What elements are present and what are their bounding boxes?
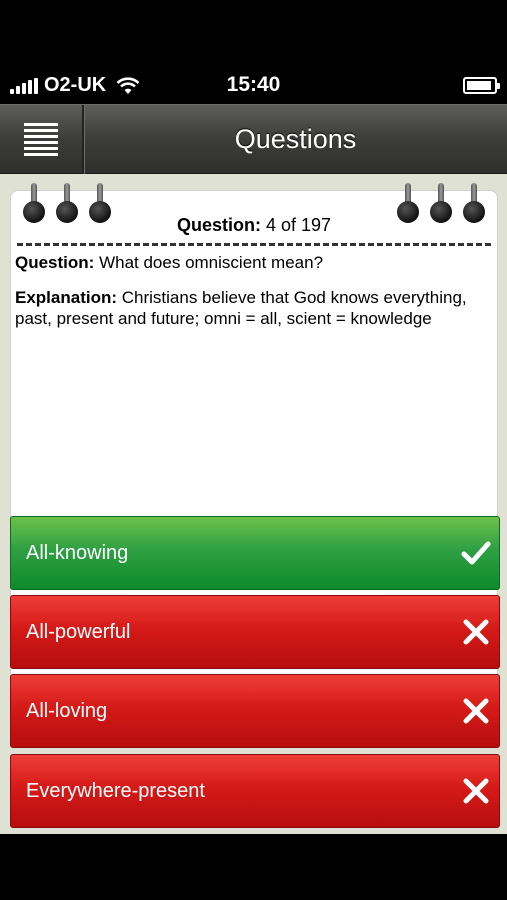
navigation-bar: Questions — [0, 104, 507, 174]
answer-label: All-loving — [26, 699, 108, 722]
status-time: 15:40 — [226, 73, 281, 96]
answer-label: All-powerful — [26, 620, 131, 643]
answer-option-everywhere-present[interactable]: Everywhere-present — [10, 754, 500, 828]
explanation-label: Explanation: — [15, 288, 118, 307]
answer-option-all-powerful[interactable]: All-powerful — [10, 595, 500, 669]
check-icon — [461, 541, 491, 565]
answer-label: All-knowing — [26, 541, 129, 564]
explanation-line: Explanation: Christians believe that God… — [15, 287, 491, 329]
cross-icon — [463, 698, 489, 724]
answer-option-all-knowing[interactable]: All-knowing — [10, 516, 500, 590]
status-bar: O2-UK 15:40 — [0, 0, 507, 104]
question-counter: Question: 4 of 197 — [11, 215, 497, 236]
bottom-bar — [0, 834, 507, 900]
menu-button[interactable] — [0, 105, 84, 174]
main-content: Question: 4 of 197 Question: What does o… — [0, 174, 507, 834]
question-line: Question: What does omniscient mean? — [15, 252, 491, 273]
dashed-divider — [17, 243, 491, 246]
cross-icon — [463, 778, 489, 804]
question-counter-label: Question: — [176, 215, 261, 235]
question-text: What does omniscient mean? — [99, 253, 324, 272]
hamburger-menu-icon — [24, 123, 58, 156]
battery-icon — [463, 77, 500, 94]
question-counter-value: 4 of 197 — [265, 215, 332, 235]
question-label: Question: — [15, 253, 95, 272]
question-body: Question: What does omniscient mean? Exp… — [15, 252, 491, 343]
answer-label: Everywhere-present — [26, 779, 205, 802]
cross-icon — [463, 619, 489, 645]
answer-option-all-loving[interactable]: All-loving — [10, 674, 500, 748]
page-title: Questions — [234, 124, 357, 154]
